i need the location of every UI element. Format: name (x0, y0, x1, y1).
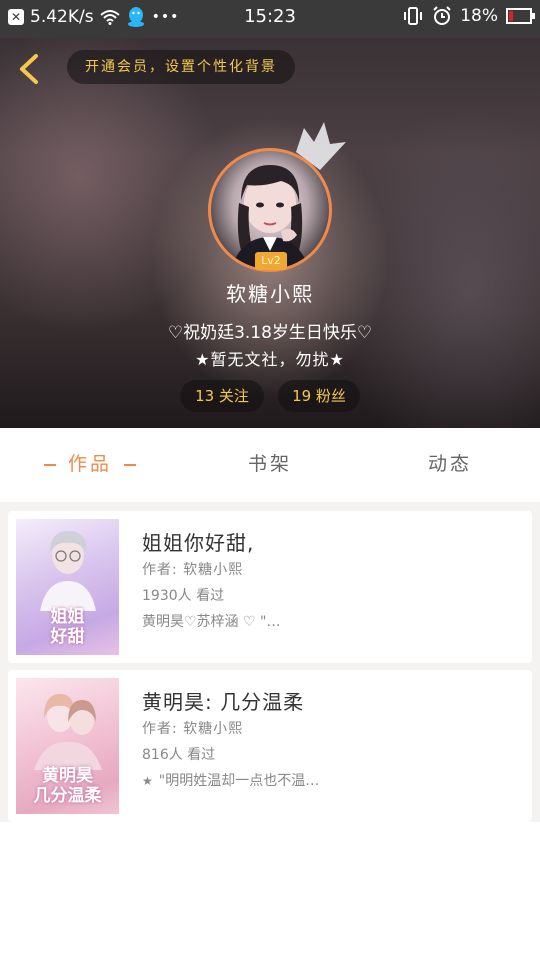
tab-bookshelf[interactable]: 书架 (180, 428, 360, 502)
cover-figure-image (40, 531, 96, 611)
work-author: 作者: 软糖小熙 (142, 562, 244, 578)
work-title: 姐姐你好甜, (142, 531, 255, 555)
level-badge: Lv2 (255, 252, 287, 270)
profile-header: 开通会员，设置个性化背景 Lv2 软糖小熙 ♡祝奶廷3.18岁生日快乐♡ ★暂无… (0, 38, 540, 428)
tab-works-label: 作品 (67, 453, 112, 475)
book-cover[interactable]: 黄明昊 几分温柔 (16, 678, 119, 814)
status-bar: ✕ 5.42K/s ••• 15:23 18% (0, 0, 540, 38)
username: 软糖小熙 (226, 282, 314, 306)
status-right: 18% (402, 6, 535, 26)
work-title: 黄明昊: 几分温柔 (142, 690, 305, 714)
work-snippet: 黄明昊♡苏梓涵 ♡ "… (142, 614, 281, 630)
bio-line-2: ★暂无文社，勿扰★ (195, 350, 345, 369)
vibrate-icon (404, 7, 423, 25)
alarm-icon (433, 6, 451, 25)
vip-background-prompt[interactable]: 开通会员，设置个性化背景 (67, 50, 295, 84)
work-snippet-text: "明明姓温却一点也不温… (158, 773, 320, 789)
cover-title: 姐姐 好甜 (50, 607, 85, 647)
fans-count-button[interactable]: 19 粉丝 (278, 380, 360, 412)
work-card[interactable]: 姐姐 好甜 姐姐你好甜, 作者: 软糖小熙 1930人 看过 黄明昊♡苏梓涵 ♡ … (8, 511, 532, 663)
tab-activity[interactable]: 动态 (360, 428, 540, 502)
battery-icon (506, 8, 535, 24)
back-button[interactable] (14, 52, 44, 86)
book-cover[interactable]: 姐姐 好甜 (16, 519, 119, 655)
tab-activity-label: 动态 (427, 453, 472, 475)
work-author: 作者: 软糖小熙 (142, 721, 244, 737)
work-snippet: ★ "明明姓温却一点也不温… (142, 770, 319, 790)
tab-bar: 作品 书架 动态 (0, 428, 540, 502)
cover-title: 黄明昊 几分温柔 (33, 766, 102, 806)
tab-indicator-left (43, 463, 56, 466)
tab-indicator-right (124, 463, 136, 466)
tab-works[interactable]: 作品 (0, 428, 180, 502)
bio-line-1: ♡祝奶廷3.18岁生日快乐♡ (167, 323, 373, 343)
work-read-count: 816人 看过 (142, 747, 216, 763)
work-read-count: 1930人 看过 (142, 588, 225, 604)
work-card[interactable]: 黄明昊 几分温柔 黄明昊: 几分温柔 作者: 软糖小熙 816人 看过 ★ "明明姓… (8, 670, 532, 822)
cover-figure-image (34, 694, 102, 770)
tab-bookshelf-label: 书架 (247, 453, 292, 475)
following-count-button[interactable]: 13 关注 (180, 380, 264, 412)
battery-percent: 18% (460, 6, 498, 26)
star-icon: ★ (142, 774, 153, 788)
